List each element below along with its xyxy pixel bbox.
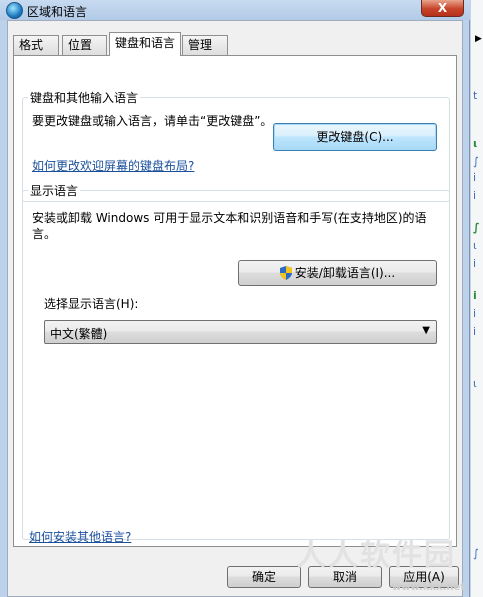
background-text-fragment: ∫ — [473, 547, 479, 560]
background-text-fragment: ι — [473, 137, 478, 150]
background-text-fragment: ι — [473, 377, 477, 390]
background-text-fragment: i — [473, 189, 477, 202]
tab-panel: 键盘和其他输入语言 要更改键盘或输入语言，请单击“更改键盘”。 更改键盘(C).… — [13, 55, 457, 547]
background-text-fragment: i — [473, 257, 477, 270]
tab-administrative[interactable]: 管理 — [182, 35, 228, 55]
install-uninstall-languages-button[interactable]: 安装/卸载语言(I)... — [238, 260, 437, 286]
display-language-selected-value: 中文(繁體) — [50, 327, 108, 341]
tab-keyboards-languages[interactable]: 键盘和语言 — [109, 32, 181, 56]
background-arrow-icon: ▶ — [475, 34, 482, 44]
background-text-fragment: i — [473, 325, 477, 338]
display-language-select[interactable]: 中文(繁體) ▼ — [44, 320, 437, 344]
watermark-url: www.kkx.net — [392, 582, 466, 593]
ok-button[interactable]: 确定 — [227, 566, 301, 588]
welcome-screen-keyboard-link[interactable]: 如何更改欢迎屏幕的键盘布局? — [32, 157, 194, 174]
tab-location[interactable]: 位置 — [62, 35, 107, 55]
background-text-fragment: i — [473, 289, 477, 302]
close-button[interactable]: X — [421, 0, 464, 17]
choose-display-language-label: 选择显示语言(H): — [44, 297, 139, 311]
background-text-fragment: i — [473, 307, 477, 320]
watermark-logo-text: 人人软件园 — [296, 538, 456, 573]
background-text-fragment: ∫ — [473, 155, 479, 168]
dialog-client-area: 格式 位置 键盘和语言 管理 键盘和其他输入语言 要更改键盘或输入语言，请单击“… — [7, 20, 463, 597]
background-text-fragment: і — [473, 171, 477, 184]
change-keyboards-button[interactable]: 更改键盘(C)... — [273, 123, 437, 151]
display-language-description: 安装或卸载 Windows 可用于显示文本和识别语音和手写(在支持地区)的语言。 — [32, 211, 427, 241]
install-other-languages-link[interactable]: 如何安装其他语言? — [29, 528, 131, 545]
keyboard-group-title: 键盘和其他输入语言 — [30, 91, 139, 105]
globe-icon — [6, 2, 23, 19]
background-text-fragment: ι — [473, 239, 477, 252]
title-bar[interactable]: 区域和语言 X — [0, 0, 470, 20]
background-text-fragment: ∫ — [473, 221, 480, 234]
display-language-group-title: 显示语言 — [30, 184, 79, 198]
tab-formats[interactable]: 格式 — [13, 35, 59, 55]
background-text-fragment: t — [473, 89, 478, 102]
install-uninstall-languages-label: 安装/卸载语言(I)... — [294, 266, 396, 280]
chevron-down-icon: ▼ — [422, 325, 430, 336]
window-title: 区域和语言 — [27, 5, 88, 19]
region-language-dialog: 区域和语言 X 格式 位置 键盘和语言 管理 键盘和其他输入语言 要更改键盘或输… — [0, 0, 470, 597]
uac-shield-icon — [279, 266, 292, 280]
